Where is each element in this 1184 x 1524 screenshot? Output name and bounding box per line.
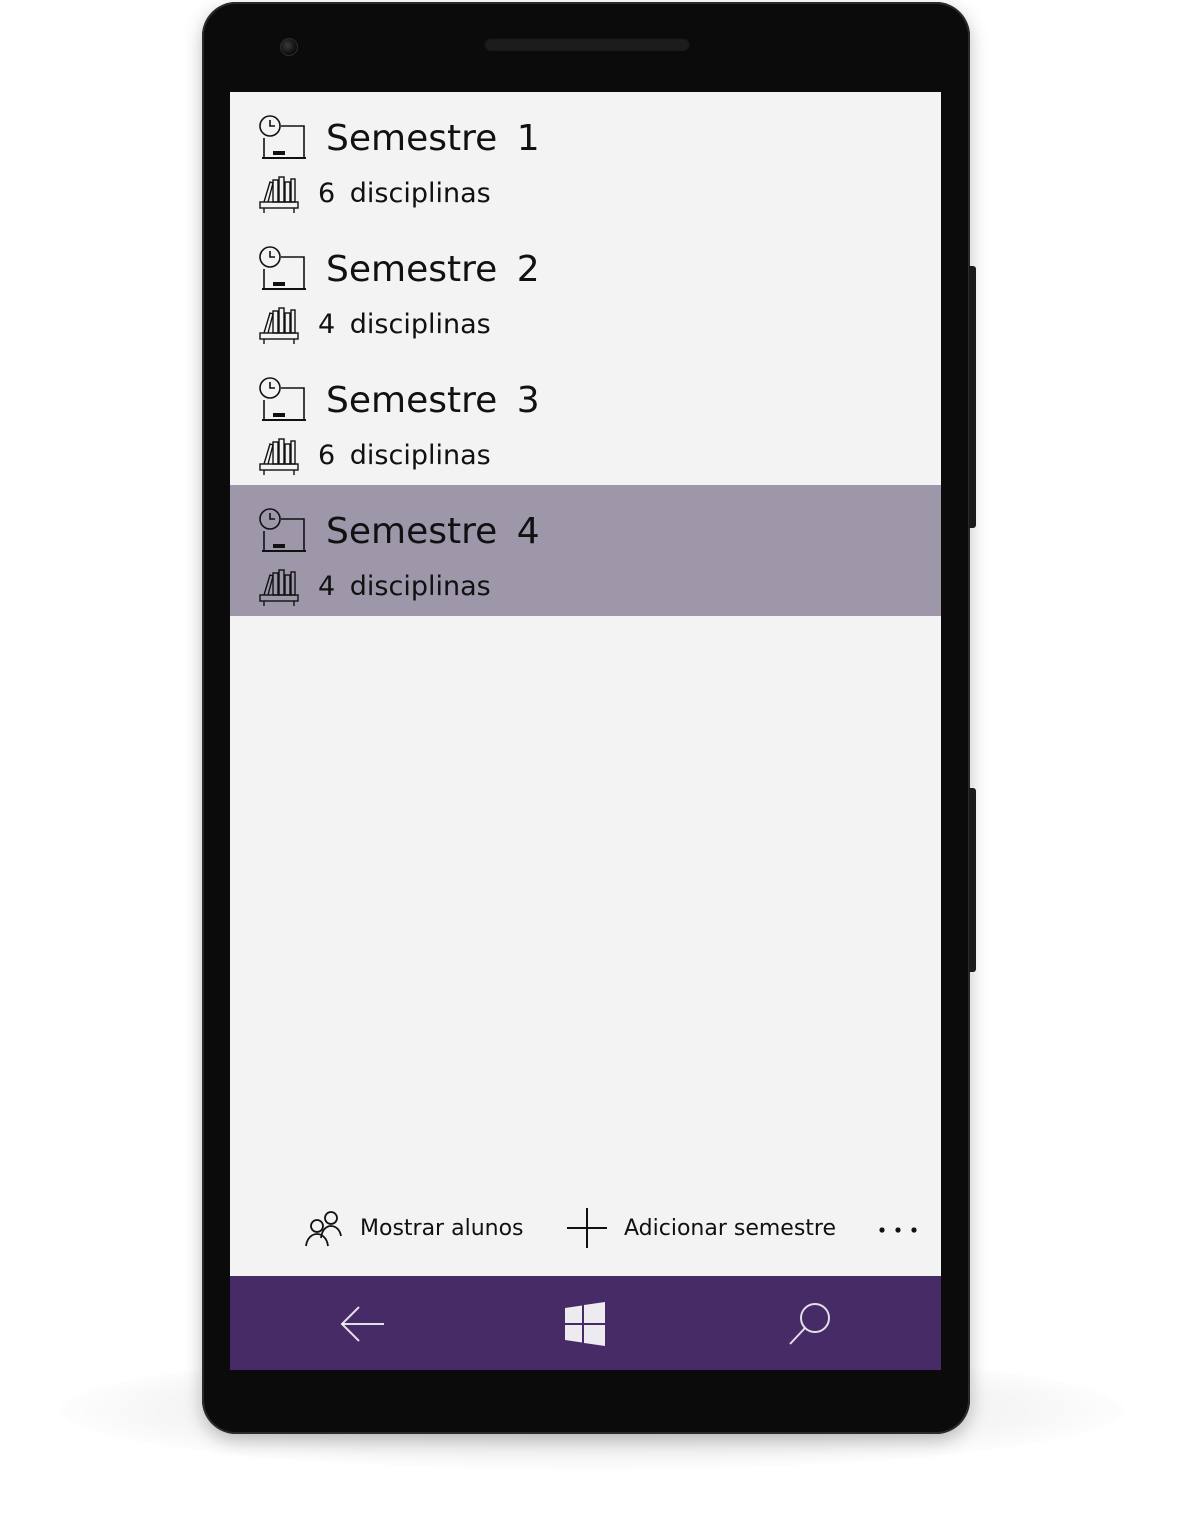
ellipsis-icon[interactable] [870,1210,926,1250]
semester-list-item[interactable]: Semestre 1 6 disciplinas [230,92,941,223]
add-semester-label: Adicionar semestre [624,1215,837,1241]
people-icon [305,1211,342,1247]
bookshelf-icon [259,438,299,475]
command-bar: Mostrar alunos Adicionar semestre [230,1196,941,1276]
subject-count: 6 disciplinas [318,178,491,209]
clock-board-icon [259,115,306,159]
semester-list-item[interactable]: Semestre 2 4 disciplinas [230,223,941,354]
app-screen: Semestre 1 6 disciplinas Semestre 2 4 di… [230,92,941,1370]
semester-list-item-selected[interactable]: Semestre 4 4 disciplinas [230,485,941,616]
plus-icon [567,1208,607,1248]
semester-title: Semestre 4 [326,511,540,552]
subject-count: 6 disciplinas [318,440,491,471]
windows-logo-icon[interactable] [555,1294,615,1354]
stage: Semestre 1 6 disciplinas Semestre 2 4 di… [0,0,1184,1524]
volume-button [969,266,976,528]
semester-title: Semestre 1 [326,118,540,159]
bookshelf-icon [259,569,299,606]
clock-board-icon [259,246,306,290]
semester-list-item[interactable]: Semestre 3 6 disciplinas [230,354,941,485]
search-icon[interactable] [780,1294,840,1354]
show-students-label: Mostrar alunos [360,1215,524,1241]
system-nav-bar [230,1276,941,1370]
earpiece-speaker [484,37,690,51]
front-camera [280,38,298,56]
clock-board-icon [259,377,306,421]
subject-count: 4 disciplinas [318,309,491,340]
semester-title: Semestre 2 [326,249,540,290]
semester-title: Semestre 3 [326,380,540,421]
semester-list: Semestre 1 6 disciplinas Semestre 2 4 di… [230,92,941,616]
clock-board-icon [259,508,306,552]
add-semester-button[interactable]: Adicionar semestre [566,1196,836,1260]
power-button [969,788,976,972]
show-students-button[interactable]: Mostrar alunos [304,1196,524,1260]
subject-count: 4 disciplinas [318,571,491,602]
back-arrow-icon[interactable] [332,1294,392,1354]
bookshelf-icon [259,307,299,344]
bookshelf-icon [259,176,299,213]
